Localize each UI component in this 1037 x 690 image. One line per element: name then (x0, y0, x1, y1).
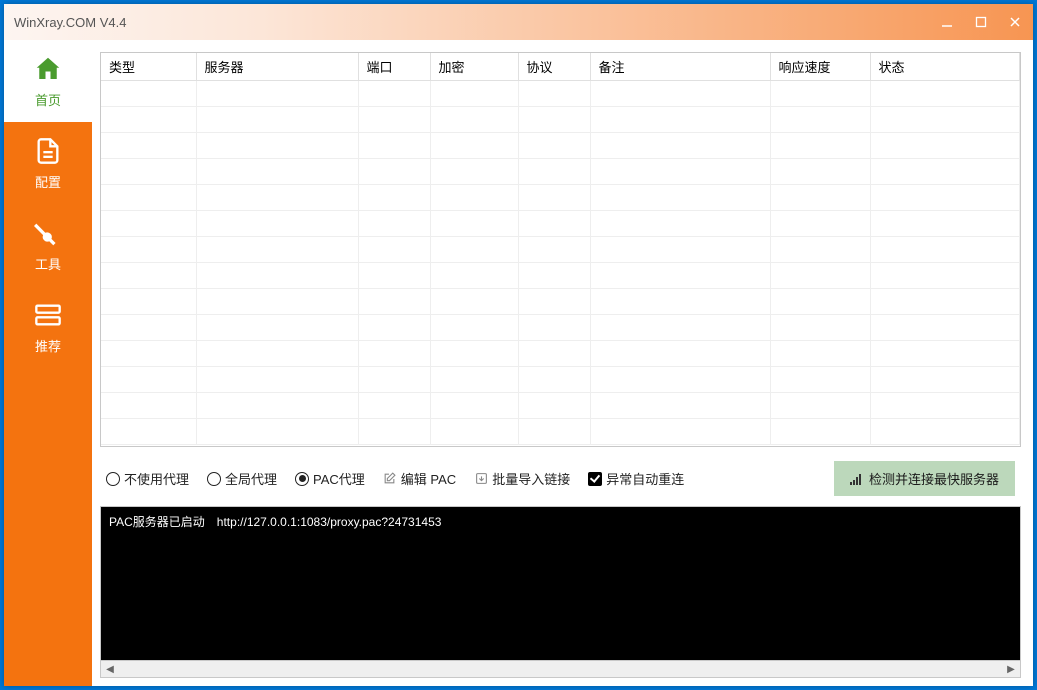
bulk-import-link[interactable]: 批量导入链接 (474, 469, 570, 488)
table-row[interactable] (101, 341, 1020, 367)
radio-icon (106, 472, 120, 486)
col-type[interactable]: 类型 (101, 53, 196, 81)
table-row[interactable] (101, 263, 1020, 289)
col-port[interactable]: 端口 (358, 53, 430, 81)
table-row[interactable] (101, 133, 1020, 159)
radio-no-proxy[interactable]: 不使用代理 (106, 469, 189, 488)
sidebar-item-label: 配置 (35, 172, 61, 191)
minimize-button[interactable] (939, 14, 955, 30)
horizontal-scrollbar[interactable]: ◀ ▶ (100, 660, 1021, 678)
sidebar-item-label: 工具 (35, 254, 61, 273)
link-label: 批量导入链接 (492, 469, 570, 488)
edit-pac-link[interactable]: 编辑 PAC (383, 469, 456, 488)
server-table[interactable]: 类型 服务器 端口 加密 协议 备注 响应速度 状态 (100, 52, 1021, 447)
maximize-button[interactable] (973, 14, 989, 30)
table-row[interactable] (101, 419, 1020, 445)
close-button[interactable] (1007, 14, 1023, 30)
sidebar-item-config[interactable]: 配置 (4, 122, 92, 204)
sidebar-item-tools[interactable]: 工具 (4, 204, 92, 286)
table-row[interactable] (101, 159, 1020, 185)
log-console[interactable]: PAC服务器已启动 http://127.0.0.1:1083/proxy.pac… (100, 506, 1021, 660)
edit-icon (383, 472, 397, 486)
controls-row: 不使用代理 全局代理 PAC代理 编辑 PAC (100, 447, 1021, 506)
col-encrypt[interactable]: 加密 (430, 53, 518, 81)
table-row[interactable] (101, 237, 1020, 263)
col-speed[interactable]: 响应速度 (770, 53, 870, 81)
link-label: 编辑 PAC (401, 469, 456, 488)
table-row[interactable] (101, 107, 1020, 133)
col-remark[interactable]: 备注 (590, 53, 770, 81)
table-row[interactable] (101, 315, 1020, 341)
titlebar: WinXray.COM V4.4 (4, 4, 1033, 40)
radio-icon (207, 472, 221, 486)
server-icon (33, 300, 63, 330)
scroll-left-icon[interactable]: ◀ (103, 662, 117, 676)
button-label: 检测并连接最快服务器 (869, 469, 999, 488)
radio-global-proxy[interactable]: 全局代理 (207, 469, 277, 488)
log-line-prefix: PAC服务器已启动 (109, 515, 205, 529)
signal-icon (850, 473, 861, 485)
col-protocol[interactable]: 协议 (518, 53, 590, 81)
col-server[interactable]: 服务器 (196, 53, 358, 81)
table-row[interactable] (101, 211, 1020, 237)
table-row[interactable] (101, 393, 1020, 419)
window-title: WinXray.COM V4.4 (14, 15, 126, 30)
import-icon (474, 472, 488, 486)
sidebar-item-label: 首页 (35, 90, 61, 109)
table-row[interactable] (101, 185, 1020, 211)
home-icon (33, 54, 63, 84)
sidebar-item-label: 推荐 (35, 336, 61, 355)
checkbox-icon (588, 472, 602, 486)
scroll-right-icon[interactable]: ▶ (1004, 662, 1018, 676)
detect-fastest-button[interactable]: 检测并连接最快服务器 (834, 461, 1015, 496)
log-line-url: http://127.0.0.1:1083/proxy.pac?24731453 (217, 515, 442, 529)
table-row[interactable] (101, 367, 1020, 393)
radio-label: PAC代理 (313, 469, 365, 488)
sidebar-item-recommend[interactable]: 推荐 (4, 286, 92, 368)
radio-pac-proxy[interactable]: PAC代理 (295, 469, 365, 488)
checkbox-label: 异常自动重连 (606, 469, 684, 488)
table-row[interactable] (101, 81, 1020, 107)
table-row[interactable] (101, 289, 1020, 315)
radio-icon (295, 472, 309, 486)
radio-label: 全局代理 (225, 469, 277, 488)
sidebar: 首页 配置 工具 推荐 (4, 40, 92, 686)
radio-label: 不使用代理 (124, 469, 189, 488)
wrench-icon (33, 218, 63, 248)
sidebar-item-home[interactable]: 首页 (4, 40, 92, 122)
col-status[interactable]: 状态 (870, 53, 1020, 81)
auto-reconnect-checkbox[interactable]: 异常自动重连 (588, 469, 684, 488)
table-header-row: 类型 服务器 端口 加密 协议 备注 响应速度 状态 (101, 53, 1020, 81)
document-icon (33, 136, 63, 166)
